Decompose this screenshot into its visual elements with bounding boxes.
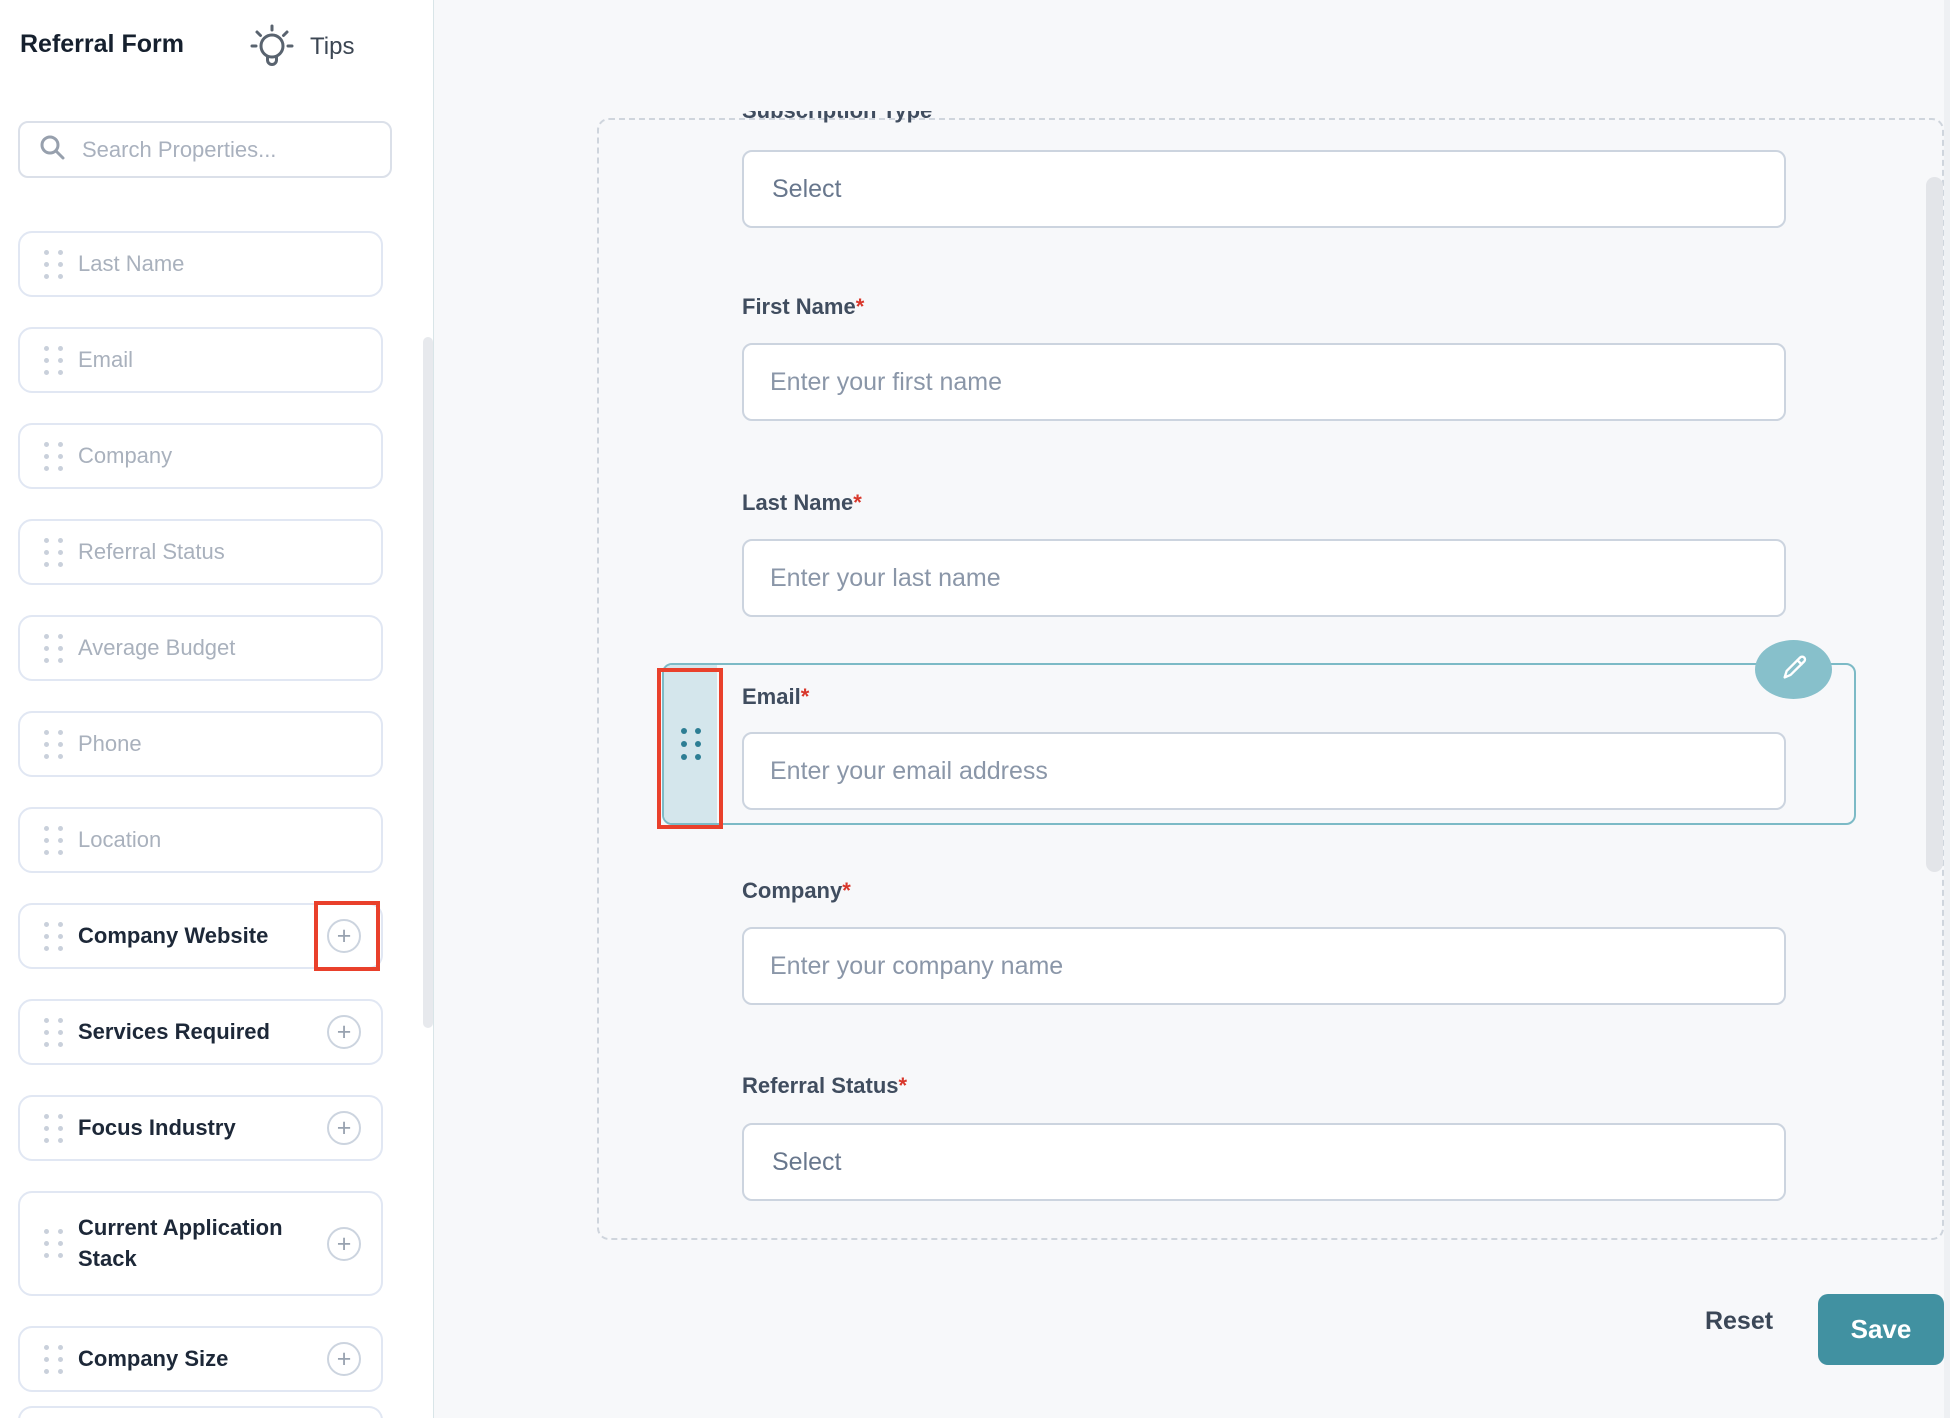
sidebar-title: Referral Form bbox=[20, 30, 184, 58]
required-asterisk: * bbox=[853, 490, 862, 515]
drag-dots-icon bbox=[44, 729, 63, 759]
pencil-icon bbox=[1778, 652, 1810, 687]
main-scrollbar-track[interactable] bbox=[1944, 0, 1950, 1418]
drag-handle[interactable] bbox=[664, 665, 717, 823]
drag-dots-icon bbox=[44, 1113, 63, 1143]
field-label-first-name: First Name* bbox=[742, 294, 865, 319]
main-scrollbar-thumb[interactable] bbox=[1926, 177, 1943, 872]
property-label: Location bbox=[78, 826, 162, 852]
annotation-highlight-add-button bbox=[314, 901, 380, 971]
save-button[interactable]: Save bbox=[1818, 1294, 1944, 1365]
drag-dots-icon bbox=[44, 1344, 63, 1374]
referral-status-select[interactable]: Select bbox=[742, 1123, 1786, 1201]
drag-dots-icon bbox=[44, 633, 63, 663]
tips-button[interactable]: Tips bbox=[246, 20, 354, 74]
property-list-item[interactable]: Location bbox=[18, 807, 383, 873]
field-label-last-name: Last Name* bbox=[742, 490, 862, 515]
reset-button[interactable]: Reset bbox=[1684, 1306, 1794, 1337]
company-input[interactable] bbox=[742, 927, 1786, 1005]
search-input[interactable] bbox=[80, 135, 390, 164]
subscription-type-select[interactable]: Select bbox=[742, 150, 1786, 228]
property-list-item[interactable]: Current Application Stack + bbox=[18, 1191, 383, 1296]
drag-dots-icon bbox=[44, 441, 63, 471]
drag-dots-icon bbox=[44, 921, 63, 951]
property-list-item[interactable]: Company Size + bbox=[18, 1326, 383, 1392]
lightbulb-icon bbox=[246, 20, 298, 74]
sidebar-scrollbar-thumb[interactable] bbox=[423, 337, 433, 1028]
property-label: Last Name bbox=[78, 250, 185, 276]
drag-dots-icon bbox=[44, 1229, 63, 1258]
property-list-item[interactable]: Company bbox=[18, 423, 383, 489]
property-list-item[interactable]: Focus Industry + bbox=[18, 1095, 383, 1161]
search-icon bbox=[38, 133, 66, 166]
property-label: Focus Industry bbox=[78, 1114, 236, 1140]
add-property-button[interactable]: + bbox=[327, 1111, 361, 1145]
drag-dots-icon bbox=[44, 537, 63, 567]
property-list-item[interactable]: Last Name bbox=[18, 231, 383, 297]
drag-dots-icon bbox=[680, 728, 701, 760]
first-name-input[interactable] bbox=[742, 343, 1786, 421]
form-preview-area: Subscription Type Select First Name* Las… bbox=[433, 0, 1950, 1418]
drag-dots-icon bbox=[44, 249, 63, 279]
property-label: Current Application Stack bbox=[78, 1214, 283, 1271]
field-label-company: Company* bbox=[742, 878, 851, 903]
required-asterisk: * bbox=[800, 684, 810, 709]
property-list-item[interactable]: Email bbox=[18, 327, 383, 393]
field-label-email: Email* bbox=[742, 684, 810, 709]
property-label: Email bbox=[78, 346, 134, 372]
property-list-item[interactable]: Referral Status bbox=[18, 519, 383, 585]
property-label: Company Size bbox=[78, 1345, 229, 1371]
add-property-button[interactable]: + bbox=[327, 1226, 361, 1261]
property-list-item[interactable]: Phone bbox=[18, 711, 383, 777]
add-property-button[interactable]: + bbox=[327, 1342, 361, 1376]
field-label-subscription-type: Subscription Type bbox=[742, 111, 932, 132]
drag-dots-icon bbox=[44, 1017, 63, 1047]
add-property-button[interactable]: + bbox=[327, 1015, 361, 1049]
property-search bbox=[18, 121, 392, 178]
property-list-item[interactable]: Company Website + bbox=[18, 901, 383, 971]
property-label: Average Budget bbox=[78, 634, 236, 660]
last-name-input[interactable] bbox=[742, 539, 1786, 617]
property-label: Company Website bbox=[78, 922, 269, 948]
list-item-partial bbox=[18, 1406, 383, 1418]
tips-label[interactable]: Tips bbox=[310, 33, 354, 61]
property-label: Company bbox=[78, 442, 173, 468]
property-list-item[interactable]: Services Required + bbox=[18, 999, 383, 1065]
email-input[interactable] bbox=[742, 732, 1786, 810]
properties-sidebar: Referral Form Tips Search Properties... … bbox=[0, 0, 433, 1418]
property-list: Last Name Email Company Referral Status … bbox=[18, 231, 383, 1392]
property-label: Phone bbox=[78, 730, 142, 756]
form-builder-page: Referral Form Tips Search Properties... … bbox=[0, 0, 1950, 1418]
drag-dots-icon bbox=[44, 345, 63, 375]
required-asterisk: * bbox=[898, 1073, 908, 1098]
property-label: Referral Status bbox=[78, 538, 225, 564]
field-label-referral-status: Referral Status* bbox=[742, 1073, 908, 1098]
edit-field-button[interactable] bbox=[1755, 640, 1832, 699]
required-asterisk: * bbox=[855, 294, 865, 319]
drag-dots-icon bbox=[44, 825, 63, 855]
property-list-item[interactable]: Average Budget bbox=[18, 615, 383, 681]
required-asterisk: * bbox=[842, 878, 851, 903]
property-label: Services Required bbox=[78, 1018, 270, 1044]
